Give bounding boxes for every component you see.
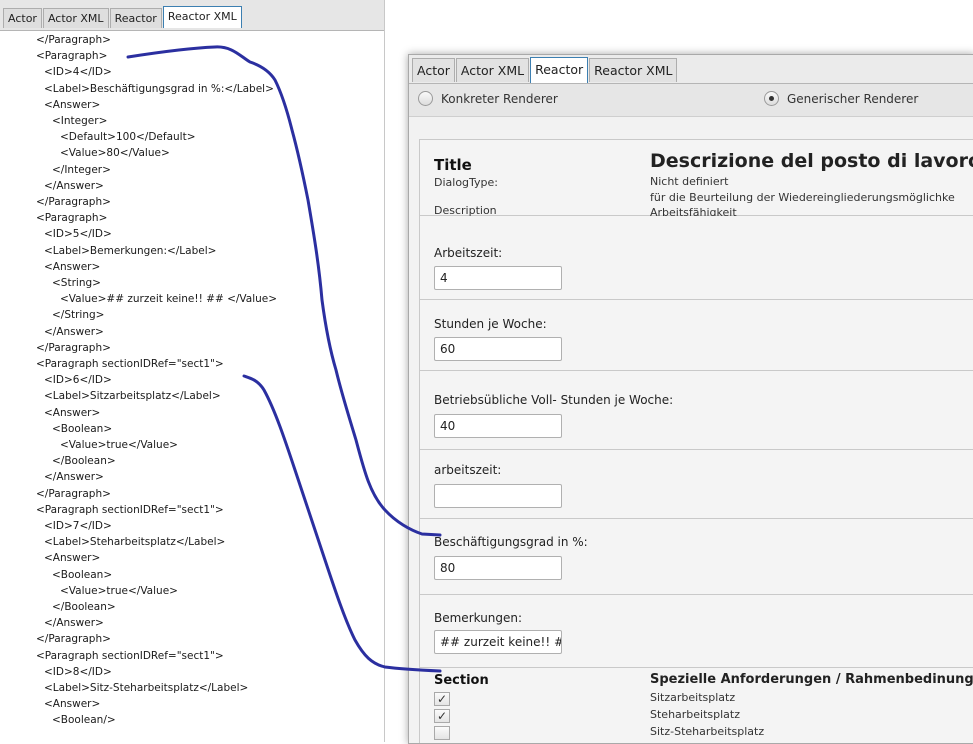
field-stunden-je-woche: Stunden je Woche: 60 xyxy=(420,300,973,371)
xml-line: <Integer> xyxy=(52,115,108,127)
dialog-type-label: DialogType: xyxy=(434,176,499,189)
xml-line: </Boolean> xyxy=(52,455,116,468)
dialog-title: Descrizione del posto di lavoro xyxy=(650,150,973,172)
section-item-label: Steharbeitsplatz xyxy=(650,708,741,721)
concrete-renderer-label: Konkreter Renderer xyxy=(441,91,558,106)
xml-line: </Answer> xyxy=(44,325,104,338)
xml-line: <Answer> xyxy=(44,406,101,419)
radio-selected-icon xyxy=(764,91,779,106)
arbeitszeit-input[interactable]: 4 xyxy=(434,266,562,290)
beschaeftigungsgrad-input[interactable]: 80 xyxy=(434,556,562,580)
xml-line: <ID>4</ID> xyxy=(44,66,112,79)
xml-line: <Paragraph> xyxy=(36,50,108,63)
steharbeitsplatz-checkbox[interactable]: ✓ xyxy=(434,709,450,723)
field-arbeitszeit: Arbeitszeit: 4 xyxy=(420,216,973,300)
xml-line: </Answer> xyxy=(44,179,104,192)
xml-line: </Boolean> xyxy=(52,601,116,613)
xml-line: <Label>Sitzarbeitsplatz</Label> xyxy=(44,390,221,403)
field-betriebsuebliche-stunden: Betriebsübliche Voll- Stunden je Woche: … xyxy=(420,371,973,450)
xml-line: <Answer> xyxy=(44,698,101,711)
xml-line: </Paragraph> xyxy=(36,196,111,208)
xml-line: <Default>100</Default> xyxy=(60,131,196,144)
sitz-steharbeitsplatz-checkbox[interactable] xyxy=(434,726,450,740)
left-tab-bar: Actor Actor XML Reactor Reactor XML xyxy=(0,0,384,31)
xml-line: <ID>7</ID> xyxy=(44,520,112,532)
xml-line: <Label>Sitz-Steharbeitsplatz</Label> xyxy=(44,682,249,694)
sitzarbeitsplatz-checkbox[interactable]: ✓ xyxy=(434,692,450,706)
concrete-renderer-radio[interactable]: Konkreter Renderer xyxy=(418,91,558,106)
xml-line: </String> xyxy=(52,309,105,322)
field-arbeitszeit-2: arbeitszeit: xyxy=(420,450,973,519)
xml-line: </Answer> xyxy=(44,471,104,484)
right-tab-actor-xml[interactable]: Actor XML xyxy=(455,58,530,82)
xml-line: <Value>true</Value> xyxy=(60,584,178,597)
left-tab-reactor-xml[interactable]: Reactor XML xyxy=(162,6,242,28)
xml-line: <ID>8</ID> xyxy=(44,665,112,678)
checkmark-icon: ✓ xyxy=(436,692,448,706)
section-box: Section Spezielle Anforderungen / Rahmen… xyxy=(420,668,973,743)
field-label: Betriebsübliche Voll- Stunden je Woche: xyxy=(434,393,674,407)
xml-line: <Boolean> xyxy=(52,568,113,581)
left-tab-actor[interactable]: Actor xyxy=(3,8,42,28)
dialog-type-value: Nicht definiert xyxy=(650,175,729,188)
betriebsuebliche-stunden-input[interactable]: 40 xyxy=(434,414,562,438)
xml-line: <Label>Beschäftigungsgrad in %:</Label> xyxy=(44,82,274,95)
field-label: Beschäftigungsgrad in %: xyxy=(434,535,588,549)
renderer-selection-bar: Konkreter Renderer Generischer Renderer xyxy=(409,84,973,117)
xml-line: </Paragraph> xyxy=(36,633,111,646)
xml-line: <ID>6</ID> xyxy=(44,374,112,387)
bemerkungen-input[interactable]: ## zurzeit keine!! ## xyxy=(434,630,562,654)
stunden-je-woche-input[interactable]: 60 xyxy=(434,337,562,361)
checkmark-icon: ✓ xyxy=(436,709,448,723)
xml-line: <Value>## zurzeit keine!! ## </Value> xyxy=(60,293,278,306)
generic-renderer-label: Generischer Renderer xyxy=(787,91,919,106)
xml-line: </Paragraph> xyxy=(36,487,111,500)
right-tab-bar: Actor Actor XML Reactor Reactor XML xyxy=(409,55,973,84)
xml-line: <Paragraph sectionIDRef="sect1"> xyxy=(36,358,224,370)
right-tab-actor[interactable]: Actor xyxy=(412,58,455,82)
xml-line: </Paragraph> xyxy=(36,341,111,354)
section-item-label: Sitzarbeitsplatz xyxy=(650,691,736,704)
xml-line: </Answer> xyxy=(44,617,104,630)
xml-line: <ID>5</ID> xyxy=(44,228,112,241)
generic-renderer-radio[interactable]: Generischer Renderer xyxy=(764,91,918,106)
xml-line: <Answer> xyxy=(44,552,101,565)
xml-line: </Paragraph> xyxy=(36,34,111,46)
xml-line: <String> xyxy=(52,277,101,289)
xml-line: <Answer> xyxy=(44,260,101,273)
right-tab-reactor[interactable]: Reactor xyxy=(530,57,589,83)
xml-line: <Boolean/> xyxy=(52,714,116,727)
xml-line: <Paragraph> xyxy=(36,212,108,225)
xml-line: <Boolean> xyxy=(52,422,113,435)
xml-line: <Answer> xyxy=(44,98,101,111)
left-tab-reactor[interactable]: Reactor xyxy=(109,8,162,28)
field-beschaeftigungsgrad: Beschäftigungsgrad in %: 80 xyxy=(420,519,973,595)
xml-line: <Paragraph sectionIDRef="sect1"> xyxy=(36,649,224,662)
generic-form: Title Descrizione del posto di lavoro Di… xyxy=(419,139,973,743)
xml-line: <Value>true</Value> xyxy=(60,439,178,451)
dialog-header: Title Descrizione del posto di lavoro Di… xyxy=(420,140,973,219)
field-label: Arbeitszeit: xyxy=(434,246,503,260)
right-tab-reactor-xml[interactable]: Reactor XML xyxy=(589,58,678,82)
arbeitszeit-2-input[interactable] xyxy=(434,484,562,508)
section-item-label: Sitz-Steharbeitsplatz xyxy=(650,725,765,738)
field-label: arbeitszeit: xyxy=(434,463,502,477)
xml-line: <Label>Steharbeitsplatz</Label> xyxy=(44,536,226,549)
reactor-xml-panel: Actor Actor XML Reactor Reactor XML </Pa… xyxy=(0,0,385,742)
radio-unselected-icon xyxy=(418,91,433,106)
section-label: Section xyxy=(434,673,489,688)
title-label: Title xyxy=(434,156,472,174)
section-title: Spezielle Anforderungen / Rahmenbedinung xyxy=(650,672,973,687)
left-tab-actor-xml[interactable]: Actor XML xyxy=(42,8,109,28)
field-bemerkungen: Bemerkungen: ## zurzeit keine!! ## xyxy=(420,595,973,668)
field-label: Stunden je Woche: xyxy=(434,317,547,331)
xml-line: <Paragraph sectionIDRef="sect1"> xyxy=(36,503,224,516)
description-line-1: für die Beurteilung der Wiedereinglieder… xyxy=(650,191,955,204)
reactor-window: Actor Actor XML Reactor Reactor XML Konk… xyxy=(408,54,973,744)
xml-line: <Value>80</Value> xyxy=(60,147,170,160)
xml-line: </Integer> xyxy=(52,163,111,176)
field-label: Bemerkungen: xyxy=(434,611,523,625)
xml-line: <Label>Bemerkungen:</Label> xyxy=(44,244,217,257)
